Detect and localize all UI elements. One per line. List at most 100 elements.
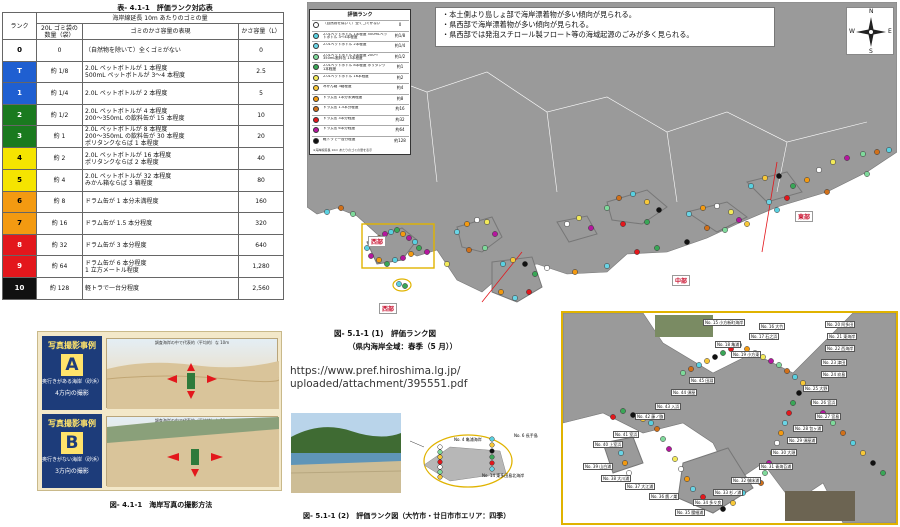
- survey-point[interactable]: [498, 289, 504, 295]
- survey-point[interactable]: [437, 449, 443, 455]
- survey-point[interactable]: [489, 466, 495, 472]
- survey-point[interactable]: [792, 374, 798, 380]
- survey-point[interactable]: [870, 460, 876, 466]
- survey-point[interactable]: [860, 151, 866, 157]
- survey-point[interactable]: [830, 420, 836, 426]
- survey-point[interactable]: [844, 155, 850, 161]
- survey-point[interactable]: [774, 207, 780, 213]
- survey-point[interactable]: [728, 209, 734, 215]
- survey-point[interactable]: [730, 500, 736, 506]
- survey-point[interactable]: [744, 221, 750, 227]
- survey-point[interactable]: [489, 460, 495, 466]
- survey-point[interactable]: [588, 225, 594, 231]
- survey-point[interactable]: [616, 195, 622, 201]
- survey-point[interactable]: [768, 358, 774, 364]
- survey-point[interactable]: [784, 195, 790, 201]
- survey-point[interactable]: [656, 207, 662, 213]
- survey-point[interactable]: [776, 173, 782, 179]
- survey-point[interactable]: [564, 221, 570, 227]
- survey-point[interactable]: [680, 370, 686, 376]
- source-url-line[interactable]: https://www.pref.hiroshima.lg.jp/: [290, 365, 467, 378]
- survey-point[interactable]: [532, 271, 538, 277]
- survey-point[interactable]: [402, 283, 408, 289]
- survey-point[interactable]: [660, 436, 666, 442]
- survey-point[interactable]: [437, 469, 443, 475]
- survey-point[interactable]: [630, 191, 636, 197]
- survey-point[interactable]: [610, 414, 616, 420]
- survey-point[interactable]: [466, 247, 472, 253]
- survey-point[interactable]: [688, 366, 694, 372]
- survey-point[interactable]: [704, 225, 710, 231]
- survey-point[interactable]: [830, 159, 836, 165]
- survey-point[interactable]: [526, 289, 532, 295]
- survey-point[interactable]: [489, 442, 495, 448]
- survey-point[interactable]: [686, 211, 692, 217]
- survey-point[interactable]: [406, 235, 412, 241]
- survey-point[interactable]: [392, 257, 398, 263]
- survey-point[interactable]: [388, 229, 394, 235]
- survey-point[interactable]: [720, 350, 726, 356]
- survey-point[interactable]: [492, 231, 498, 237]
- survey-point[interactable]: [684, 239, 690, 245]
- survey-point[interactable]: [620, 408, 626, 414]
- survey-point[interactable]: [776, 362, 782, 368]
- survey-point[interactable]: [840, 430, 846, 436]
- survey-point[interactable]: [576, 215, 582, 221]
- survey-point[interactable]: [684, 476, 690, 482]
- survey-point[interactable]: [444, 261, 450, 267]
- survey-point[interactable]: [700, 205, 706, 211]
- survey-point[interactable]: [860, 450, 866, 456]
- survey-point[interactable]: [500, 261, 506, 267]
- survey-point[interactable]: [437, 474, 443, 480]
- survey-point[interactable]: [544, 265, 550, 271]
- survey-point[interactable]: [712, 354, 718, 360]
- survey-point[interactable]: [376, 257, 382, 263]
- survey-point[interactable]: [522, 261, 528, 267]
- survey-point[interactable]: [790, 183, 796, 189]
- survey-point[interactable]: [489, 454, 495, 460]
- survey-point[interactable]: [690, 486, 696, 492]
- survey-point[interactable]: [512, 295, 518, 301]
- survey-point[interactable]: [424, 249, 430, 255]
- survey-point[interactable]: [400, 255, 406, 261]
- survey-point[interactable]: [572, 269, 578, 275]
- survey-point[interactable]: [604, 263, 610, 269]
- survey-point[interactable]: [324, 209, 330, 215]
- survey-point[interactable]: [790, 400, 796, 406]
- survey-point[interactable]: [510, 257, 516, 263]
- survey-point[interactable]: [672, 456, 678, 462]
- survey-point[interactable]: [394, 227, 400, 233]
- survey-point[interactable]: [774, 440, 780, 446]
- survey-point[interactable]: [644, 219, 650, 225]
- survey-point[interactable]: [437, 459, 443, 465]
- survey-point[interactable]: [786, 410, 792, 416]
- survey-point[interactable]: [338, 205, 344, 211]
- survey-point[interactable]: [437, 464, 443, 470]
- survey-point[interactable]: [437, 444, 443, 450]
- survey-point[interactable]: [474, 217, 480, 223]
- survey-point[interactable]: [648, 420, 654, 426]
- survey-point[interactable]: [804, 177, 810, 183]
- survey-point[interactable]: [484, 219, 490, 225]
- survey-point[interactable]: [778, 430, 784, 436]
- survey-point[interactable]: [874, 149, 880, 155]
- source-url[interactable]: https://www.pref.hiroshima.lg.jp/ upload…: [290, 365, 467, 391]
- survey-point[interactable]: [618, 450, 624, 456]
- survey-point[interactable]: [489, 448, 495, 454]
- survey-point[interactable]: [437, 454, 443, 460]
- survey-point[interactable]: [722, 227, 728, 233]
- survey-point[interactable]: [880, 470, 886, 476]
- survey-point[interactable]: [736, 217, 742, 223]
- survey-point[interactable]: [666, 446, 672, 452]
- survey-point[interactable]: [620, 221, 626, 227]
- survey-point[interactable]: [782, 420, 788, 426]
- survey-point[interactable]: [368, 253, 374, 259]
- survey-point[interactable]: [412, 239, 418, 245]
- survey-point[interactable]: [766, 199, 772, 205]
- survey-point[interactable]: [748, 183, 754, 189]
- survey-point[interactable]: [850, 440, 856, 446]
- survey-point[interactable]: [416, 245, 422, 251]
- survey-point[interactable]: [464, 221, 470, 227]
- survey-point[interactable]: [654, 245, 660, 251]
- survey-point[interactable]: [864, 171, 870, 177]
